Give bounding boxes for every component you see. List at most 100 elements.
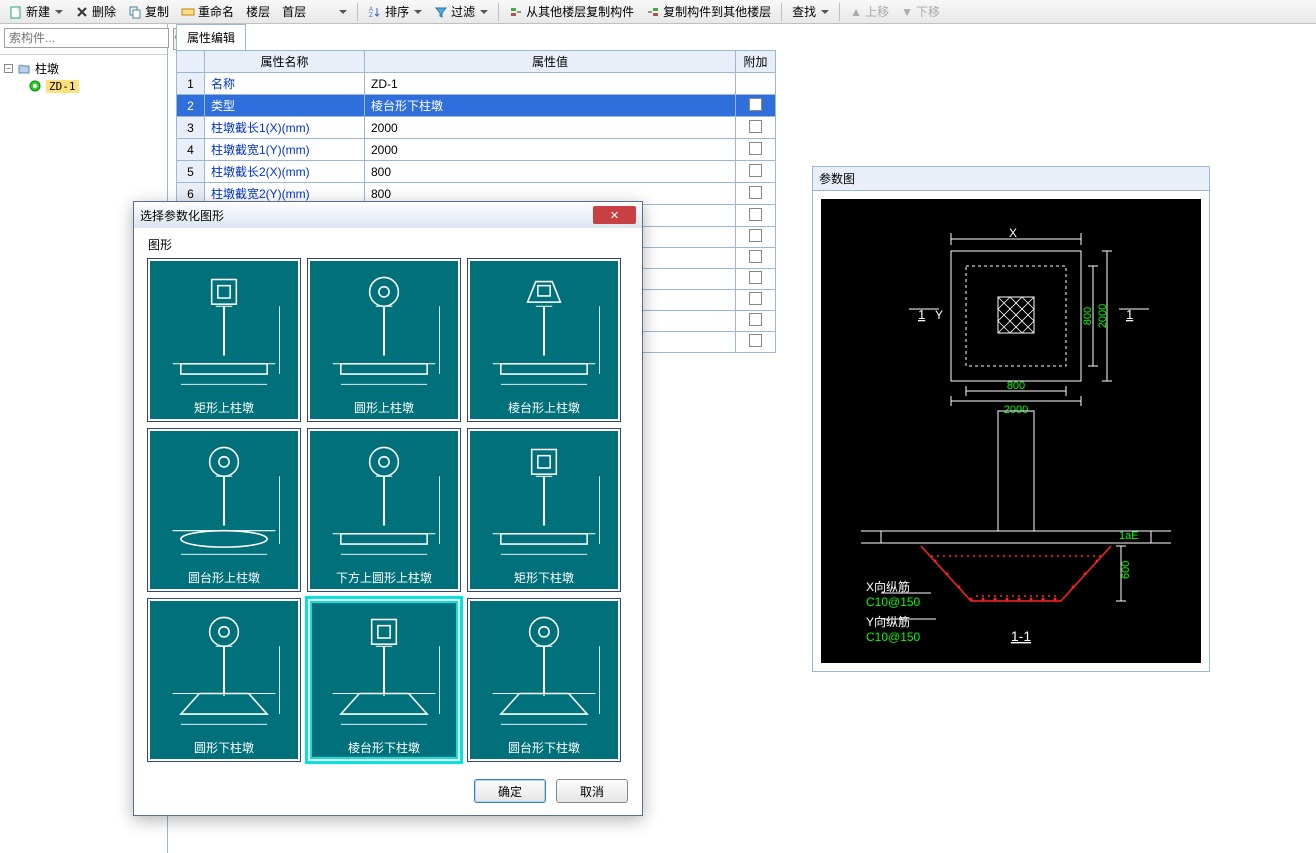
svg-text:2000: 2000 (1004, 404, 1028, 416)
rename-button[interactable]: 重命名 (176, 1, 239, 22)
checkbox-icon[interactable] (749, 208, 762, 221)
property-extra[interactable] (736, 205, 776, 227)
move-down-button[interactable]: ▼ 下移 (896, 1, 945, 22)
shape-option[interactable]: 圆形上柱墩 (308, 259, 460, 421)
property-extra[interactable] (736, 183, 776, 205)
svg-text:C10@150: C10@150 (866, 595, 921, 609)
shape-option[interactable]: 棱台形上柱墩 (468, 259, 620, 421)
cancel-button[interactable]: 取消 (556, 779, 628, 803)
shape-thumbnail (310, 261, 458, 395)
property-row[interactable]: 4 柱墩截宽1(Y)(mm) 2000 (177, 139, 776, 161)
shape-label: 棱台形上柱墩 (470, 395, 618, 422)
property-row[interactable]: 3 柱墩截长1(X)(mm) 2000 (177, 117, 776, 139)
floor-label[interactable]: 楼层 (241, 1, 275, 22)
property-extra[interactable] (736, 117, 776, 139)
search-input[interactable] (4, 28, 169, 48)
copy-to-button[interactable]: 复制构件到其他楼层 (641, 1, 776, 22)
shape-thumbnail (470, 601, 618, 735)
checkbox-icon[interactable] (749, 292, 762, 305)
find-button[interactable]: 查找 (787, 1, 834, 22)
property-row[interactable]: 1 名称 ZD-1 (177, 73, 776, 95)
property-value[interactable]: 800 (365, 161, 736, 183)
svg-text:Y向纵筋: Y向纵筋 (866, 614, 910, 629)
checkbox-icon[interactable] (749, 186, 762, 199)
property-name: 柱墩截宽1(Y)(mm) (205, 139, 365, 161)
svg-text:Y: Y (935, 308, 943, 322)
checkbox-icon[interactable] (749, 120, 762, 133)
property-row[interactable]: 5 柱墩截长2(X)(mm) 800 (177, 161, 776, 183)
tree-root[interactable]: − 柱墩 (2, 59, 165, 78)
checkbox-icon[interactable] (749, 164, 762, 177)
parameter-diagram-canvas: X Y 800 2000 800 2000 1 1 (821, 199, 1201, 663)
property-extra[interactable] (736, 161, 776, 183)
property-extra[interactable] (736, 73, 776, 95)
component-icon (28, 79, 42, 93)
row-number: 1 (177, 73, 205, 95)
ok-button[interactable]: 确定 (474, 779, 546, 803)
delete-button[interactable]: 删除 (70, 1, 121, 22)
shape-thumbnail (470, 261, 618, 395)
shape-label: 圆台形上柱墩 (150, 565, 298, 592)
new-button[interactable]: 新建 (4, 1, 68, 22)
arrow-up-icon: ▲ (850, 5, 862, 19)
sort-button[interactable]: AZ排序 (363, 1, 427, 22)
shape-group-label: 图形 (148, 236, 628, 253)
shape-option[interactable]: 下方上圆形上柱墩 (308, 429, 460, 591)
checkbox-icon[interactable] (749, 98, 762, 111)
property-row[interactable]: 2 类型 棱台形下柱墩 (177, 95, 776, 117)
checkbox-icon[interactable] (749, 142, 762, 155)
svg-text:2000: 2000 (1097, 304, 1109, 328)
property-value[interactable]: 棱台形下柱墩 (365, 95, 736, 117)
row-number: 4 (177, 139, 205, 161)
shape-option[interactable]: 矩形下柱墩 (468, 429, 620, 591)
first-floor-select[interactable]: 首层 (277, 1, 352, 22)
shape-label: 圆形下柱墩 (150, 735, 298, 762)
collapse-icon[interactable]: − (4, 64, 13, 73)
shape-label: 圆形上柱墩 (310, 395, 458, 422)
shape-option[interactable]: 矩形上柱墩 (148, 259, 300, 421)
filter-button[interactable]: 过滤 (429, 1, 493, 22)
col-extra: 附加 (736, 51, 776, 73)
properties-tab[interactable]: 属性编辑 (176, 24, 246, 50)
close-icon: ✕ (610, 209, 619, 222)
close-button[interactable]: ✕ (593, 206, 636, 224)
col-value: 属性值 (365, 51, 736, 73)
shape-option[interactable]: 圆形下柱墩 (148, 599, 300, 761)
col-name: 属性名称 (205, 51, 365, 73)
svg-text:800: 800 (1007, 380, 1025, 392)
tree-root-label: 柱墩 (35, 60, 59, 77)
shape-option[interactable]: 棱台形下柱墩 (308, 599, 460, 761)
row-number: 3 (177, 117, 205, 139)
svg-text:X: X (1009, 226, 1017, 240)
checkbox-icon[interactable] (749, 250, 762, 263)
svg-text:1aE: 1aE (1119, 530, 1139, 542)
shape-label: 圆台形下柱墩 (470, 735, 618, 762)
checkbox-icon[interactable] (749, 313, 762, 326)
move-up-button[interactable]: ▲ 上移 (845, 1, 894, 22)
shape-option[interactable]: 圆台形下柱墩 (468, 599, 620, 761)
main-toolbar: 新建 删除 复制 重命名 楼层 首层 AZ排序 过滤 从其他楼层复制构件 复制构… (0, 0, 1316, 24)
shape-label: 下方上圆形上柱墩 (310, 565, 458, 592)
property-value[interactable]: 2000 (365, 117, 736, 139)
checkbox-icon[interactable] (749, 271, 762, 284)
shape-label: 矩形下柱墩 (470, 565, 618, 592)
shape-option[interactable]: 圆台形上柱墩 (148, 429, 300, 591)
svg-text:C10@150: C10@150 (866, 630, 921, 644)
property-value[interactable]: 2000 (365, 139, 736, 161)
shape-label: 棱台形下柱墩 (310, 735, 458, 762)
checkbox-icon[interactable] (749, 229, 762, 242)
property-extra[interactable] (736, 139, 776, 161)
shape-picker-dialog: 选择参数化图形 ✕ 图形 矩形上柱墩 圆形上柱墩 棱台形上柱墩 圆台形上柱墩 下… (133, 201, 643, 816)
property-value[interactable]: ZD-1 (365, 73, 736, 95)
property-name: 柱墩截长1(X)(mm) (205, 117, 365, 139)
checkbox-icon[interactable] (749, 334, 762, 347)
tree-item[interactable]: ZD-1 (26, 78, 165, 94)
copy-button[interactable]: 复制 (123, 1, 174, 22)
shape-thumbnail (310, 431, 458, 565)
dialog-titlebar[interactable]: 选择参数化图形 ✕ (134, 202, 642, 228)
property-extra[interactable] (736, 95, 776, 117)
copy-from-button[interactable]: 从其他楼层复制构件 (504, 1, 639, 22)
property-name: 类型 (205, 95, 365, 117)
shape-thumbnail (470, 431, 618, 565)
parameter-diagram-panel: 参数图 (812, 166, 1210, 672)
